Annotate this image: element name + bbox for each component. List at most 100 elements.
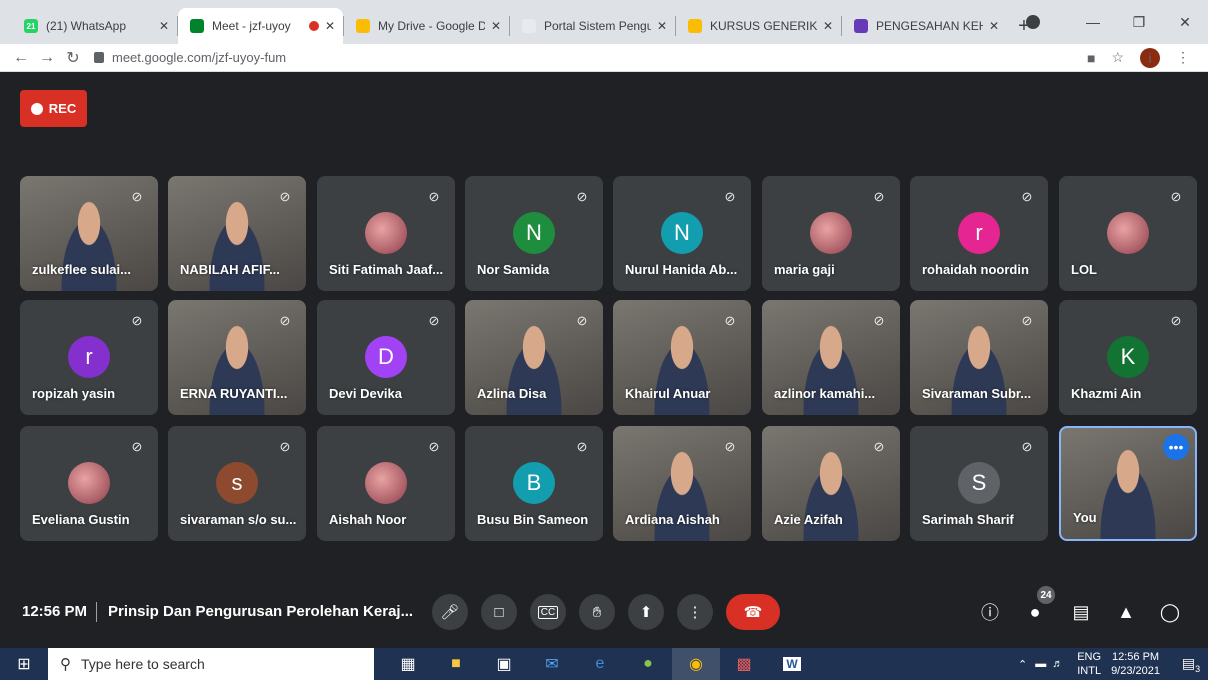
participant-tile[interactable]: S ⊘ Sarimah Sharif [910, 426, 1048, 541]
participant-tile[interactable]: ⊘ zulkeflee sulai... [20, 176, 158, 291]
url-field[interactable]: meet.google.com/jzf-uyoy-fum [94, 50, 1079, 65]
forward-button[interactable]: → [34, 49, 60, 67]
participant-tile[interactable]: K ⊘ Khazmi Ain [1059, 300, 1197, 415]
taskbar-search[interactable]: ⚲ Type here to search [48, 648, 374, 680]
camera-toggle-button[interactable]: □ [481, 594, 517, 630]
participant-tile[interactable]: ⊘ Siti Fatimah Jaaf... [317, 176, 455, 291]
participant-name: Devi Devika [329, 386, 402, 401]
browser-tab[interactable]: Meet - jzf-uyoy ✕ [178, 8, 343, 44]
close-window-button[interactable]: ✕ [1162, 14, 1208, 31]
back-button[interactable]: ← [8, 49, 34, 67]
profile-avatar[interactable]: i [1140, 47, 1160, 68]
participant-video-feed [499, 325, 569, 415]
participant-tile[interactable]: ⊘ Azlina Disa [465, 300, 603, 415]
mic-muted-icon: ⊘ [1021, 313, 1033, 328]
chrome-button[interactable]: ◉ [672, 648, 720, 680]
participant-tile[interactable]: N ⊘ Nor Samida [465, 176, 603, 291]
mic-muted-icon: ⊘ [724, 313, 736, 328]
participant-avatar: N [513, 212, 555, 254]
present-screen-button[interactable]: ⬆ [628, 594, 664, 630]
participant-tile[interactable]: r ⊘ rohaidah noordin [910, 176, 1048, 291]
internet-explorer-icon: e [595, 655, 605, 672]
mic-muted-icon: ⊘ [1021, 189, 1033, 204]
bookmark-star-icon[interactable]: ☆ [1111, 49, 1124, 66]
participant-tile[interactable]: ⊘ azlinor kamahi... [762, 300, 900, 415]
close-tab-icon[interactable]: ✕ [989, 19, 999, 33]
browser-tab[interactable]: PENGESAHAN KEHA ✕ [842, 8, 1007, 44]
reload-button[interactable]: ↻ [60, 48, 86, 68]
activities-button[interactable]: ▲ [1113, 599, 1139, 625]
word-button[interactable]: W [768, 648, 816, 680]
word-icon: W [783, 657, 801, 671]
mail-button[interactable]: ✉ [528, 648, 576, 680]
tab-title: PENGESAHAN KEHA [876, 19, 983, 33]
close-tab-icon[interactable]: ✕ [491, 19, 501, 33]
participant-video-feed [54, 201, 124, 291]
participant-tile[interactable]: D ⊘ Devi Devika [317, 300, 455, 415]
close-tab-icon[interactable]: ✕ [657, 19, 667, 33]
network-icon[interactable]: ▬ [1035, 658, 1046, 670]
close-tab-icon[interactable]: ✕ [823, 19, 833, 33]
participant-tile[interactable]: ⊘ Eveliana Gustin [20, 426, 158, 541]
task-view-button[interactable]: ▦ [384, 648, 432, 680]
mic-muted-icon: ⊘ [873, 189, 885, 204]
camera-icon[interactable]: ■ [1087, 50, 1095, 66]
participant-tile[interactable]: ⊘ maria gaji [762, 176, 900, 291]
file-explorer-button[interactable]: ■ [432, 648, 480, 680]
tile-more-options-icon[interactable]: ••• [1163, 434, 1189, 460]
participant-video-feed [1093, 449, 1163, 539]
captions-button[interactable]: CC [530, 594, 566, 630]
start-button[interactable]: ⊞ [0, 648, 48, 680]
participant-tile[interactable]: ⊘ Azie Azifah [762, 426, 900, 541]
winrar-button[interactable]: ▩ [720, 648, 768, 680]
internet-explorer-button[interactable]: e [576, 648, 624, 680]
participant-tile[interactable]: ⊘ Ardiana Aishah [613, 426, 751, 541]
app-button[interactable]: ● [624, 648, 672, 680]
microphone-toggle-button[interactable]: 🎤︎ [432, 594, 468, 630]
activities-icon: ▲ [1117, 601, 1135, 622]
show-hidden-icons-chevron-icon[interactable]: ⌃ [1018, 658, 1027, 671]
participant-tile[interactable]: B ⊘ Busu Bin Sameon [465, 426, 603, 541]
chat-button[interactable]: ▤ [1068, 599, 1094, 625]
media-control-icon[interactable] [1026, 15, 1040, 29]
minimize-button[interactable]: — [1070, 14, 1116, 30]
chat-icon: ▤ [1072, 601, 1090, 622]
participant-tile[interactable]: ⊘ NABILAH AFIF... [168, 176, 306, 291]
participant-tile[interactable]: r ⊘ ropizah yasin [20, 300, 158, 415]
participant-tile[interactable]: ⊘ Aishah Noor [317, 426, 455, 541]
host-controls-button[interactable]: ◯ [1157, 599, 1183, 625]
browser-tab[interactable]: My Drive - Google D ✕ [344, 8, 509, 44]
tab-title: (21) WhatsApp [46, 19, 127, 33]
menu-kebab-icon[interactable]: ⋮ [1176, 49, 1190, 66]
store-button[interactable]: ▣ [480, 648, 528, 680]
volume-icon[interactable]: ♬ [1052, 658, 1063, 670]
mic-muted-icon: ⊘ [131, 189, 143, 204]
browser-tab[interactable]: KURSUS GENERIK - ✕ [676, 8, 841, 44]
mic-muted-icon: ⊘ [576, 313, 588, 328]
mic-muted-icon: ⊘ [1170, 313, 1182, 328]
close-tab-icon[interactable]: ✕ [325, 19, 335, 33]
restore-button[interactable]: ❐ [1116, 14, 1162, 31]
participant-tile[interactable]: N ⊘ Nurul Hanida Ab... [613, 176, 751, 291]
participant-tile[interactable]: ⊘ Khairul Anuar [613, 300, 751, 415]
participant-tile[interactable]: ⊘ Sivaraman Subr... [910, 300, 1048, 415]
language-indicator[interactable]: ENG INTL [1077, 650, 1101, 678]
participant-avatar: K [1107, 336, 1149, 378]
microphone-icon: 🎤︎ [440, 604, 460, 621]
meeting-details-button[interactable]: ⓘ [977, 599, 1003, 625]
participant-tile[interactable]: ⊘ ERNA RUYANTI... [168, 300, 306, 415]
leave-call-button[interactable]: ☎︎ [726, 594, 780, 630]
divider [96, 602, 97, 622]
participant-tile[interactable]: ⊘ LOL [1059, 176, 1197, 291]
participant-name: ropizah yasin [32, 386, 116, 401]
browser-tab[interactable]: 21 (21) WhatsApp ✕ [12, 8, 177, 44]
taskbar-clock[interactable]: 12:56 PM 9/23/2021 [1111, 650, 1160, 678]
more-options-button[interactable]: ⋮ [677, 594, 713, 630]
participant-tile[interactable]: s ⊘ sivaraman s/o su... [168, 426, 306, 541]
participant-tile[interactable]: ••• You [1059, 426, 1197, 541]
close-tab-icon[interactable]: ✕ [159, 19, 169, 33]
browser-tab[interactable]: Portal Sistem Pengu ✕ [510, 8, 675, 44]
raise-hand-button[interactable]: ✋︎ [579, 594, 615, 630]
mic-muted-icon: ⊘ [131, 439, 143, 454]
action-center-button[interactable]: ▤3 [1174, 655, 1208, 674]
